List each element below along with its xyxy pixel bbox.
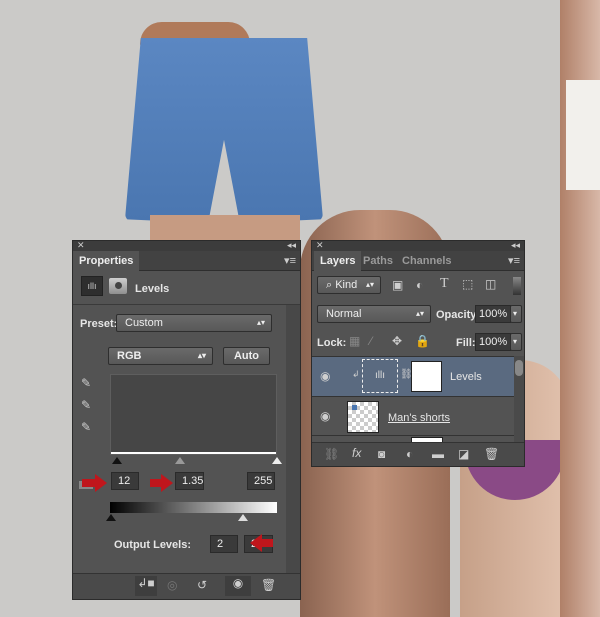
auto-button[interactable]: Auto xyxy=(223,347,270,365)
levels-adjustment-icon[interactable]: ıllı xyxy=(81,276,103,296)
input-white-slider[interactable] xyxy=(272,457,282,464)
layers-panel: ✕ ◂◂ Layers Paths Channels ▾≡ ⌕ Kind ▴▾ ▣… xyxy=(311,240,525,467)
filter-kind-dropdown[interactable]: ⌕ Kind ▴▾ xyxy=(317,276,381,294)
lock-transparency-icon[interactable]: ▦ xyxy=(349,334,360,348)
output-black-field[interactable]: 2 xyxy=(210,535,238,553)
lock-brush-icon[interactable]: ⁄ xyxy=(370,334,372,348)
output-gradient xyxy=(110,502,277,513)
filter-adjustment-icon[interactable]: ◐ xyxy=(416,278,423,292)
layers-scrollbar[interactable] xyxy=(514,356,524,443)
close-icon[interactable]: ✕ xyxy=(77,240,85,251)
levels-adjustment-thumbnail: ıllı xyxy=(362,359,398,393)
panel-menu-icon[interactable]: ▾≡ xyxy=(508,254,520,267)
blend-mode-dropdown[interactable]: Normal ▴▾ xyxy=(317,305,431,323)
shorts-image xyxy=(125,38,323,223)
panel-menu-icon[interactable]: ▾≡ xyxy=(284,254,296,267)
opacity-label: Opacity: xyxy=(436,309,481,321)
fill-dropdown-button[interactable]: ▾ xyxy=(510,333,522,351)
filter-type-icon[interactable]: T xyxy=(440,276,449,292)
layer-row-mans-shorts[interactable]: ◉ Man's shorts xyxy=(312,398,514,436)
layer-list: ◉ ↲ ıllı ⛓ Levels ◉ Man's shorts xyxy=(312,356,514,444)
new-layer-icon[interactable]: ◪ xyxy=(458,447,469,461)
layer-name[interactable]: Levels xyxy=(450,371,482,383)
opacity-dropdown-button[interactable]: ▾ xyxy=(510,305,522,323)
reset-icon[interactable]: ↺ xyxy=(197,578,207,592)
stepper-arrows-icon: ▴▾ xyxy=(256,318,265,327)
input-black-slider[interactable] xyxy=(112,457,122,464)
output-levels-label: Output Levels: xyxy=(114,539,192,551)
tab-paths[interactable]: Paths xyxy=(357,251,399,271)
white-eyedropper-icon[interactable]: ✎ xyxy=(81,420,91,434)
filter-shape-icon[interactable]: ⬚ xyxy=(462,277,473,291)
shirt-image xyxy=(566,80,600,190)
layer-thumbnail xyxy=(347,401,379,433)
layers-footer: ⛓ fx ◙ ◐ ▬ ◪ 🗑 xyxy=(312,442,524,466)
mask-thumbnail xyxy=(411,361,442,392)
search-icon: ⌕ xyxy=(326,279,336,291)
input-gamma-field[interactable]: 1.35 xyxy=(175,472,204,490)
annotation-arrow xyxy=(261,539,273,547)
output-black-slider[interactable] xyxy=(106,514,116,521)
tab-properties[interactable]: Properties xyxy=(73,251,140,271)
panel-header: ✕ ◂◂ xyxy=(312,240,524,251)
input-gamma-slider[interactable] xyxy=(175,457,185,464)
link-layers-icon[interactable]: ⛓ xyxy=(324,447,339,461)
eye-icon[interactable]: ◉ xyxy=(320,409,330,423)
histogram xyxy=(110,374,277,455)
panel-footer: ↲■ ◎ ↺ ◉ 🗑 xyxy=(73,573,300,599)
panel-header: ✕ ◂◂ xyxy=(73,240,300,251)
folder-icon[interactable]: ▬ xyxy=(432,447,444,461)
properties-panel: ✕ ◂◂ Properties ▾≡ ıllı Levels Preset: C… xyxy=(72,240,301,600)
fill-field[interactable]: 100% xyxy=(475,333,511,351)
preset-dropdown[interactable]: Custom ▴▾ xyxy=(116,314,272,332)
eye-icon[interactable]: ◉ xyxy=(225,576,251,596)
adjustment-title: Levels xyxy=(135,283,170,295)
input-white-field[interactable]: 255 xyxy=(247,472,275,490)
lock-position-icon[interactable]: ✥ xyxy=(392,334,402,348)
fill-label: Fill: xyxy=(456,337,476,349)
close-icon[interactable]: ✕ xyxy=(316,240,324,251)
lock-label: Lock: xyxy=(317,337,347,349)
lock-all-icon[interactable]: 🔒 xyxy=(415,334,430,348)
tab-layers[interactable]: Layers xyxy=(314,251,362,271)
input-black-field[interactable]: 12 xyxy=(111,472,139,490)
channel-dropdown[interactable]: RGB ▴▾ xyxy=(108,347,213,365)
preset-label: Preset: xyxy=(80,318,118,330)
collapse-icon[interactable]: ◂◂ xyxy=(287,240,296,251)
collapse-icon[interactable]: ◂◂ xyxy=(511,240,520,251)
filter-smart-object-icon[interactable]: ◫ xyxy=(485,277,496,291)
mask-icon[interactable] xyxy=(109,278,127,294)
filter-pixel-icon[interactable]: ▣ xyxy=(392,278,403,292)
black-eyedropper-icon[interactable]: ✎ xyxy=(81,376,91,390)
annotation-arrow-head xyxy=(161,474,173,492)
eye-icon[interactable]: ◉ xyxy=(320,369,330,383)
view-previous-icon[interactable]: ◎ xyxy=(167,578,177,592)
annotation-arrow xyxy=(82,479,96,487)
opacity-field[interactable]: 100% xyxy=(475,305,511,323)
tab-channels[interactable]: Channels xyxy=(396,251,458,271)
filter-toggle[interactable] xyxy=(513,277,521,295)
stepper-arrows-icon: ▴▾ xyxy=(197,351,206,360)
gray-eyedropper-icon[interactable]: ✎ xyxy=(81,398,91,412)
adjustment-layer-icon[interactable]: ◐ xyxy=(406,447,413,461)
layer-name[interactable]: Man's shorts xyxy=(388,412,450,424)
trash-icon[interactable]: 🗑 xyxy=(261,578,276,592)
layer-row-levels[interactable]: ◉ ↲ ıllı ⛓ Levels xyxy=(312,357,514,397)
annotation-arrow-head xyxy=(95,474,107,492)
divider xyxy=(73,304,300,305)
scrollbar[interactable] xyxy=(286,305,300,573)
output-white-slider[interactable] xyxy=(238,514,248,521)
clip-to-layer-icon[interactable]: ↲■ xyxy=(135,576,157,596)
clipping-arrow-icon: ↲ xyxy=(352,369,360,379)
fx-icon[interactable]: fx xyxy=(352,446,361,460)
add-mask-icon[interactable]: ◙ xyxy=(378,447,385,461)
trash-icon[interactable]: 🗑 xyxy=(484,447,499,461)
